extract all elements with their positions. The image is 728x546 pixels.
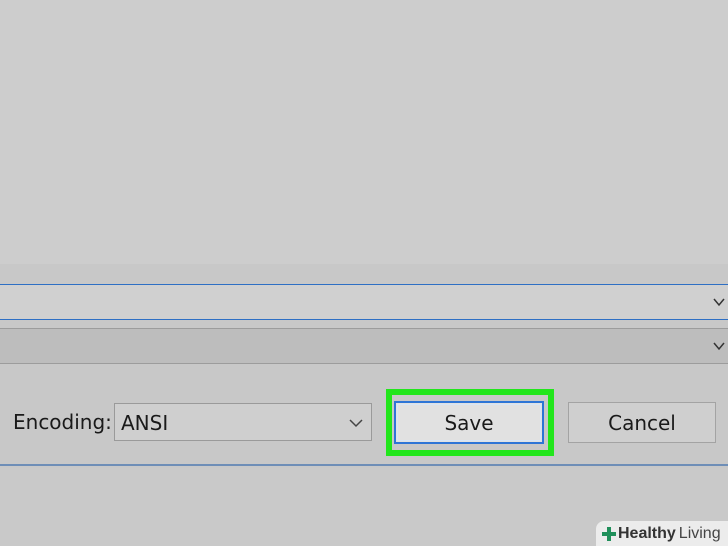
save-as-type-field[interactable]: [0, 328, 728, 364]
watermark-brand-light: Living: [678, 524, 721, 542]
chevron-down-icon[interactable]: [349, 416, 363, 430]
encoding-value: ANSI: [121, 411, 169, 435]
divider: [0, 464, 728, 466]
chevron-down-icon[interactable]: [712, 295, 726, 309]
file-name-field[interactable]: [0, 284, 728, 320]
save-button[interactable]: Save: [394, 401, 544, 444]
chevron-down-icon[interactable]: [712, 339, 726, 353]
cancel-button[interactable]: Cancel: [568, 402, 716, 443]
watermark-brand-bold: Healthy: [618, 524, 676, 542]
encoding-label: Encoding:: [13, 410, 112, 434]
encoding-select[interactable]: ANSI: [114, 403, 372, 441]
plus-leaf-icon: [602, 526, 616, 541]
file-list-area: [0, 0, 728, 264]
watermark: Healthy Living: [596, 521, 728, 546]
